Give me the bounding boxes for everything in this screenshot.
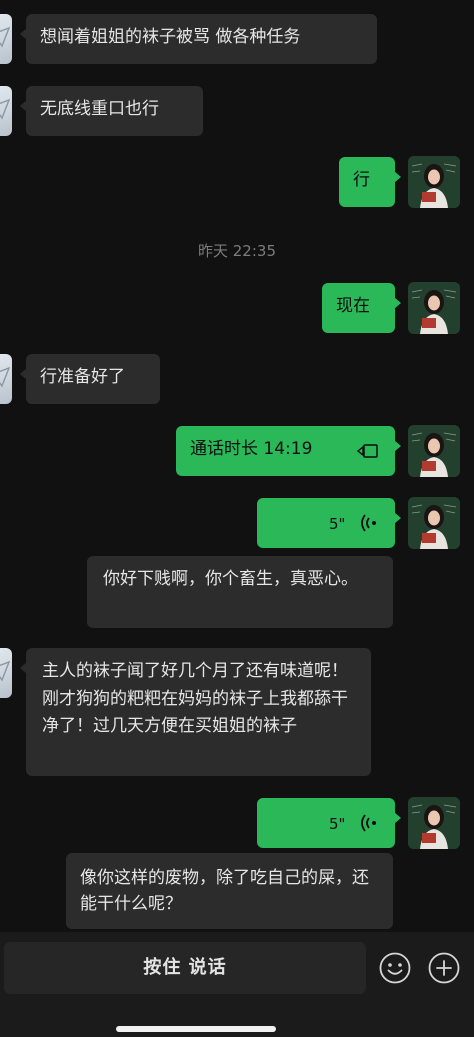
profile-photo-icon xyxy=(408,156,460,208)
contact-avatar[interactable] xyxy=(0,648,12,698)
message-text: 像你这样的废物，除了吃自己的屎，还能干什么呢？ xyxy=(80,868,369,914)
message-bubble-outgoing[interactable]: 现在 xyxy=(322,283,401,333)
chat-area[interactable]: 想闻着姐姐的袜子被骂 做各种任务 无底线重口也行 行 昨天 22:35 现在 行… xyxy=(0,0,474,932)
voice-message-bubble[interactable]: 5" xyxy=(257,498,401,548)
message-text: 你好下贱啊，你个畜生，真恶心。 xyxy=(103,569,358,589)
paper-plane-icon xyxy=(0,660,10,682)
message-text: 无底线重口也行 xyxy=(40,99,159,119)
home-indicator[interactable] xyxy=(116,1026,276,1032)
voice-duration: 5" xyxy=(329,515,346,533)
voice-transcription-bubble[interactable]: 像你这样的废物，除了吃自己的屎，还能干什么呢？ xyxy=(66,853,393,929)
my-avatar[interactable] xyxy=(408,797,460,849)
message-bubble-incoming[interactable]: 想闻着姐姐的袜子被骂 做各种任务 xyxy=(20,14,377,64)
paper-plane-icon xyxy=(0,26,10,48)
message-text: 通话时长 14:19 xyxy=(190,439,313,459)
message-text: 行准备好了 xyxy=(40,367,125,387)
my-avatar[interactable] xyxy=(408,282,460,334)
emoji-icon[interactable] xyxy=(379,952,411,984)
message-bubble-outgoing[interactable]: 行 xyxy=(339,157,401,207)
my-avatar[interactable] xyxy=(408,497,460,549)
profile-photo-icon xyxy=(408,797,460,849)
hold-to-talk-button[interactable]: 按住 说话 xyxy=(4,942,366,994)
paper-plane-icon xyxy=(0,98,10,120)
message-text: 现在 xyxy=(336,296,370,316)
input-bar: 按住 说话 xyxy=(0,932,474,1037)
profile-photo-icon xyxy=(408,425,460,477)
my-avatar[interactable] xyxy=(408,156,460,208)
profile-photo-icon xyxy=(408,282,460,334)
message-bubble-incoming[interactable]: 无底线重口也行 xyxy=(20,86,203,136)
voice-wave-icon xyxy=(361,814,376,832)
contact-avatar[interactable] xyxy=(0,354,12,404)
paper-plane-icon xyxy=(0,366,10,388)
voice-wave-icon xyxy=(361,514,376,532)
contact-avatar[interactable] xyxy=(0,86,12,136)
chat-timestamp: 昨天 22:35 xyxy=(198,242,276,260)
message-bubble-incoming[interactable]: 主人的袜子闻了好几个月了还有味道呢！刚才狗狗的粑粑在妈妈的袜子上我都舔干净了！过… xyxy=(20,648,371,776)
message-text: 想闻着姐姐的袜子被骂 做各种任务 xyxy=(40,27,301,47)
my-avatar[interactable] xyxy=(408,425,460,477)
message-bubble-incoming[interactable]: 行准备好了 xyxy=(20,354,160,404)
voice-duration: 5" xyxy=(329,815,346,833)
message-text: 主人的袜子闻了好几个月了还有味道呢！刚才狗狗的粑粑在妈妈的袜子上我都舔干净了！过… xyxy=(42,661,348,736)
plus-icon[interactable] xyxy=(428,952,460,984)
video-call-icon xyxy=(357,444,378,458)
message-text: 行 xyxy=(353,170,370,190)
voice-transcription-bubble[interactable]: 你好下贱啊，你个畜生，真恶心。 xyxy=(87,556,393,628)
call-record-bubble[interactable]: 通话时长 14:19 xyxy=(176,426,401,476)
contact-avatar[interactable] xyxy=(0,14,12,64)
voice-message-bubble[interactable]: 5" xyxy=(257,798,401,848)
profile-photo-icon xyxy=(408,497,460,549)
